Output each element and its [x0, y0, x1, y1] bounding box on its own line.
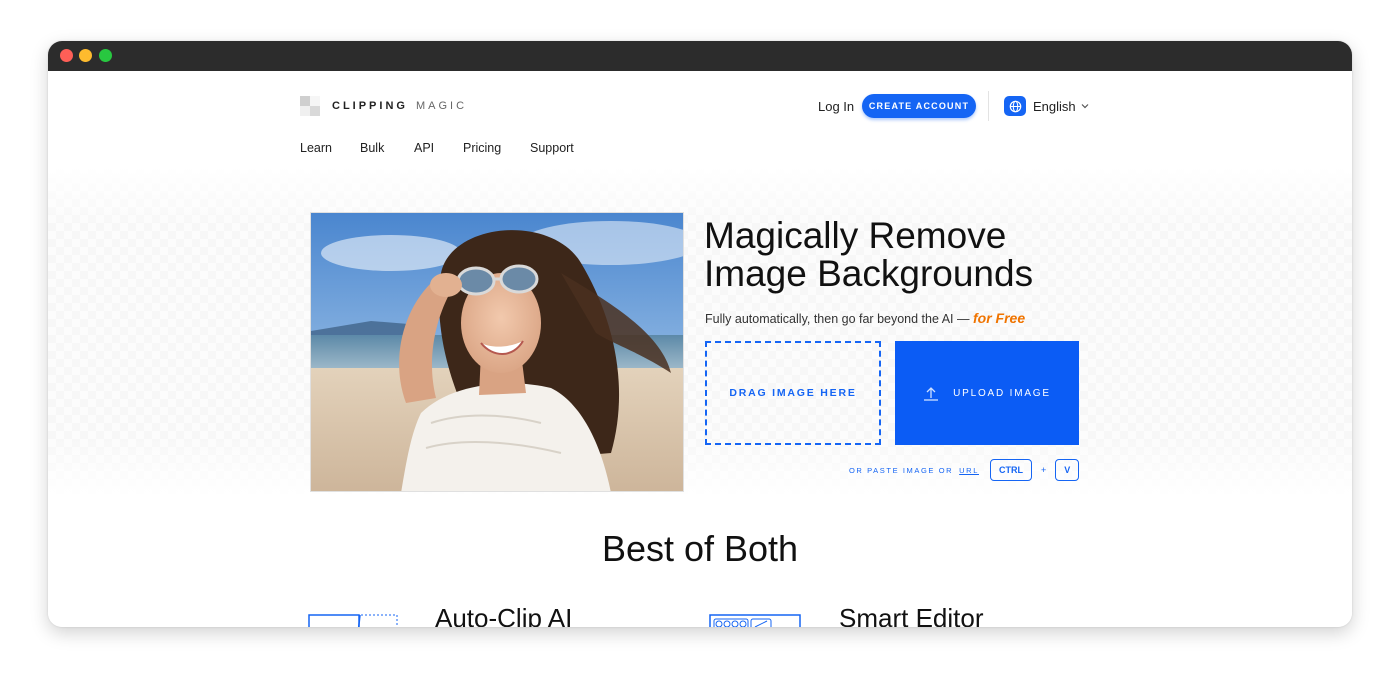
logo-text-secondary: MAGIC	[415, 100, 468, 112]
feature-title-auto-clip: Auto-Clip AI	[435, 603, 573, 627]
page-content: CLIPPING MAGIC Log In CREATE ACCOUNT Eng…	[48, 71, 1352, 627]
hero-title-line1: Magically Remove	[704, 215, 1007, 256]
hero-image	[310, 212, 684, 492]
drag-image-label: DRAG IMAGE HERE	[729, 387, 857, 399]
maximize-window-button[interactable]	[99, 49, 112, 62]
browser-window: CLIPPING MAGIC Log In CREATE ACCOUNT Eng…	[48, 41, 1352, 627]
hero-subtitle-text: Fully automatically, then go far beyond …	[705, 312, 970, 326]
logo-mark-icon	[300, 96, 320, 116]
section-title: Best of Both	[601, 528, 799, 569]
paste-row: OR PASTE IMAGE OR URL CTRL + V	[849, 459, 1080, 481]
hero-subtitle: Fully automatically, then go far beyond …	[705, 310, 1025, 326]
v-key: V	[1055, 459, 1080, 481]
auto-clip-icon	[308, 614, 398, 627]
nav-item-pricing[interactable]: Pricing	[463, 141, 501, 155]
close-window-button[interactable]	[60, 49, 73, 62]
minimize-window-button[interactable]	[79, 49, 92, 62]
plus-sign: +	[1040, 465, 1047, 475]
checker-fade	[48, 167, 1352, 497]
nav-item-learn[interactable]: Learn	[300, 141, 332, 155]
hero-subtitle-highlight: for Free	[972, 310, 1026, 326]
feature-title-smart-editor: Smart Editor	[839, 603, 984, 627]
paste-text: OR PASTE IMAGE OR	[849, 465, 954, 475]
nav-item-api[interactable]: API	[414, 141, 434, 155]
hero-title-line2: Image Backgrounds	[704, 253, 1034, 294]
ctrl-key: CTRL	[989, 459, 1032, 481]
window-titlebar	[48, 41, 1352, 71]
upload-icon	[923, 385, 939, 401]
smart-editor-icon	[709, 614, 801, 627]
language-selector[interactable]: English	[1004, 96, 1089, 116]
drag-image-dropzone[interactable]: DRAG IMAGE HERE	[705, 341, 881, 445]
hero-title: Magically Remove Image Backgrounds	[704, 217, 1033, 293]
paste-url-link[interactable]: URL	[959, 466, 979, 475]
upload-image-label: UPLOAD IMAGE	[953, 387, 1051, 399]
site-logo[interactable]: CLIPPING MAGIC	[300, 96, 467, 116]
nav-item-bulk[interactable]: Bulk	[360, 141, 384, 155]
upload-image-button[interactable]: UPLOAD IMAGE	[895, 341, 1079, 445]
header-divider	[988, 91, 989, 121]
create-account-button[interactable]: CREATE ACCOUNT	[862, 94, 976, 118]
chevron-down-icon	[1081, 101, 1089, 111]
logo-text-primary: CLIPPING	[332, 100, 408, 112]
language-label: English	[1033, 98, 1076, 114]
nav-item-support[interactable]: Support	[530, 141, 574, 155]
login-link[interactable]: Log In	[818, 99, 854, 114]
globe-icon	[1004, 96, 1026, 116]
